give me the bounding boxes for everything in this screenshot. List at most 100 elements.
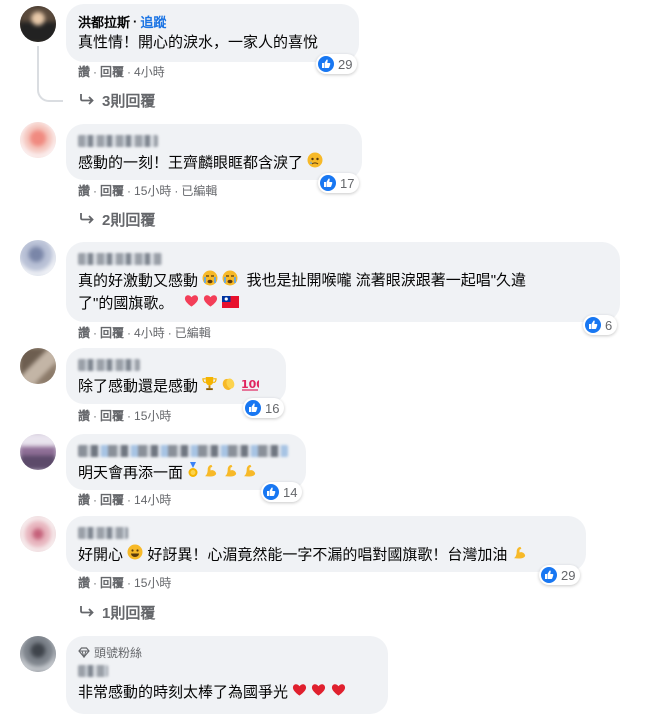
comment-text: 明天會再添一面 [78,464,184,482]
timestamp[interactable]: 4小時 [134,64,165,80]
like-count: 29 [338,56,353,72]
reply-button[interactable]: 回覆 [100,575,124,591]
avatar[interactable] [20,516,56,552]
timestamp[interactable]: 15小時 [134,183,171,199]
reply-arrow-icon [80,211,94,228]
replies-count: 2則回覆 [102,211,156,229]
avatar[interactable] [20,348,56,384]
reply-button[interactable]: 回覆 [100,183,124,199]
avatar[interactable] [20,434,56,470]
comment-bubble: 除了感動還是感動 100 [66,348,286,404]
like-button[interactable]: 讚 [78,325,90,341]
heart-emoji-icon [184,293,199,315]
view-replies-link[interactable]: 3則回覆 [80,90,155,110]
commenter-name-blurred[interactable] [78,665,108,677]
comment-text: 非常感動的時刻太棒了為國爭光 [78,684,289,701]
timestamp[interactable]: 15小時 [134,408,171,424]
comment-text-part2: 好訝異！心湄竟然能一字不漏的唱對國旗歌！台灣加油 [147,546,508,564]
commenter-name-blurred[interactable] [78,527,128,539]
comment-actions: 讚 · 回覆 · 4小時 [78,64,165,80]
like-button[interactable]: 讚 [78,492,90,508]
comment-actions: 讚 · 回覆 · 15小時 · 已編輯 [78,183,218,199]
comment-bubble: 感動的一刻！王齊麟眼眶都含淚了 [66,124,362,180]
like-count: 16 [265,400,280,416]
top-fan-badge[interactable]: 頭號粉絲 [78,644,376,660]
replies-count: 1則回覆 [102,604,156,622]
follow-button[interactable]: 追蹤 [140,12,166,31]
reply-arrow-icon [80,92,94,109]
comment-text: 感動的一刻！王齊麟眼眶都含淚了 [78,154,304,172]
timestamp[interactable]: 4小時 [134,325,165,341]
like-icon [263,484,279,500]
reply-button[interactable]: 回覆 [100,64,124,80]
timestamp[interactable]: 14小時 [134,492,171,508]
commenter-name-blurred[interactable] [78,253,162,265]
like-icon [318,56,334,72]
hundred-points-emoji-icon: 100 [241,376,264,398]
comment-actions: 讚 · 回覆 · 14小時 [78,492,172,508]
heart-emoji-icon [331,682,346,704]
reaction-count[interactable]: 6 [583,315,618,335]
commenter-name-blurred[interactable] [78,135,158,147]
reaction-count[interactable]: 16 [243,398,285,418]
reply-button[interactable]: 回覆 [100,408,124,424]
flexed-biceps-emoji-icon [512,545,527,567]
trophy-emoji-icon [202,376,217,398]
crying-face-emoji-icon [202,270,218,293]
like-count: 17 [340,175,355,191]
edited-label[interactable]: 已編輯 [175,325,211,341]
comment-text: 真性情！開心的淚水，一家人的喜悅 [78,34,319,51]
commenter-name[interactable]: 洪都拉斯 [78,12,130,31]
svg-text:100: 100 [241,378,259,391]
like-button[interactable]: 讚 [78,408,90,424]
heart-emoji-icon [311,682,326,704]
avatar[interactable] [20,122,56,158]
like-icon [245,400,261,416]
view-replies-link[interactable]: 2則回覆 [80,209,155,229]
thread-curve [37,82,63,102]
comment-bubble: 好開心 好訝異！心湄竟然能一字不漏的唱對國旗歌！台灣加油 [66,516,586,572]
comment-text-part2: 我也是扯開喉嚨 流著眼淚跟著一起唱"久違 [246,272,527,290]
like-button[interactable]: 讚 [78,575,90,591]
reply-button[interactable]: 回覆 [100,492,124,508]
commenter-name-blurred[interactable] [78,445,288,457]
reaction-count[interactable]: 14 [261,482,303,502]
like-icon [585,317,601,333]
reaction-count[interactable]: 29 [316,54,358,74]
flexed-biceps-emoji-icon [203,463,218,485]
crying-face-emoji-icon [222,270,238,293]
edited-label[interactable]: 已編輯 [181,183,217,199]
comment-text: 除了感動還是感動 [78,378,199,395]
avatar[interactable] [20,6,56,42]
avatar[interactable] [20,636,56,672]
reaction-count[interactable]: 17 [318,173,360,193]
thread-line [37,46,39,82]
reply-arrow-icon [80,604,94,621]
like-count: 14 [283,484,298,500]
heart-emoji-icon [203,293,218,315]
teary-face-emoji-icon [307,152,323,175]
comment-bubble: 洪都拉斯 · 追蹤 真性情！開心的淚水，一家人的喜悅 [66,4,359,62]
like-count: 6 [605,317,613,333]
comment-text-part1: 真的好激動又感動 [78,272,199,290]
view-replies-link[interactable]: 1則回覆 [80,602,155,622]
timestamp[interactable]: 15小時 [134,575,171,591]
replies-count: 3則回覆 [102,92,156,110]
comment-actions: 讚 · 回覆 · 15小時 [78,408,172,424]
taiwan-flag-icon [221,293,239,315]
heart-emoji-icon [292,682,307,704]
comment-text-part3: 了"的國旗歌。 [78,295,174,312]
commenter-name-blurred[interactable] [78,359,140,371]
comment-text-part1: 好開心 [78,546,124,564]
flexed-biceps-emoji-icon [223,463,238,485]
grinning-face-emoji-icon [127,544,143,567]
comment-actions: 讚 · 回覆 · 15小時 [78,575,172,591]
comment-bubble: 真的好激動又感動 我也是扯開喉嚨 流著眼淚跟著一起唱"久違 了"的國旗歌。 [66,242,620,322]
reply-button[interactable]: 回覆 [100,325,124,341]
comment-bubble: 頭號粉絲 非常感動的時刻太棒了為國爭光 [66,636,388,714]
like-button[interactable]: 讚 [78,64,90,80]
like-count: 29 [561,567,576,583]
avatar[interactable] [20,240,56,276]
reaction-count[interactable]: 29 [539,565,581,585]
like-button[interactable]: 讚 [78,183,90,199]
